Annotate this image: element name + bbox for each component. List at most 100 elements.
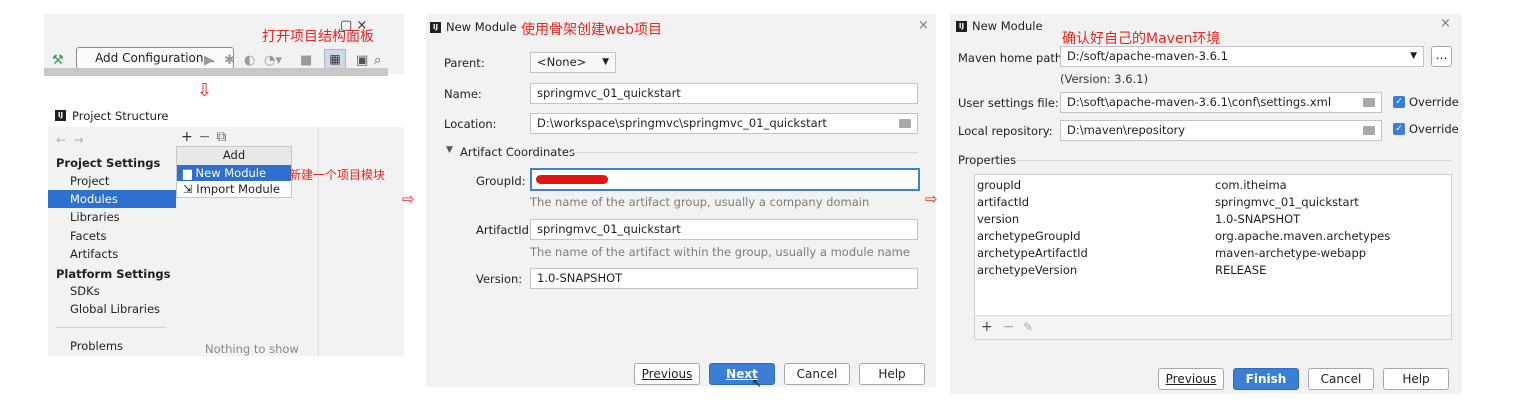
dialog-title: New Module xyxy=(446,20,517,34)
local-repository-value: D:\maven\repository xyxy=(1067,123,1186,137)
property-key: archetypeGroupId xyxy=(977,229,1081,243)
remove-icon[interactable]: − xyxy=(1003,319,1015,335)
property-value: RELEASE xyxy=(1215,263,1267,277)
layout-icon[interactable]: ▣ xyxy=(356,54,368,68)
parent-label: Parent: xyxy=(444,56,485,70)
sidebar-item-global-libraries[interactable]: Global Libraries xyxy=(48,300,176,318)
search-icon[interactable]: ⌕ xyxy=(374,54,381,68)
annotation-use-archetype: 使用骨架创建web项目 xyxy=(521,22,662,38)
section-divider xyxy=(568,152,918,153)
hammer-icon[interactable]: ⚒ xyxy=(52,54,64,68)
name-label: Name: xyxy=(444,87,482,101)
close-icon[interactable]: × xyxy=(918,18,929,33)
chevron-down-icon: ▼ xyxy=(1410,51,1417,61)
table-row[interactable]: archetypeGroupId org.apache.maven.archet… xyxy=(975,228,1451,245)
menu-item-new-module[interactable]: ▆ New Module xyxy=(177,165,291,181)
sidebar-item-sdks[interactable]: SDKs xyxy=(48,282,176,300)
property-key: groupId xyxy=(977,178,1022,192)
browse-button[interactable]: … xyxy=(1431,46,1452,67)
dialog-title-bar: IJ Project Structure xyxy=(48,103,404,127)
help-button[interactable]: Help xyxy=(1383,368,1449,390)
empty-state-text: Nothing to show xyxy=(205,342,299,356)
groupid-input[interactable] xyxy=(530,168,920,191)
maven-version-text: (Version: 3.6.1) xyxy=(1060,72,1149,86)
arrow-right-icon: ⇨ xyxy=(925,190,938,208)
groupid-label: GroupId: xyxy=(476,174,526,188)
table-row[interactable]: archetypeArtifactId maven-archetype-weba… xyxy=(975,245,1451,262)
local-repository-input[interactable]: D:\maven\repository xyxy=(1060,120,1382,141)
folder-icon[interactable] xyxy=(1363,98,1375,107)
project-settings-header: Project Settings xyxy=(56,156,161,170)
nav-back-forward-icon[interactable]: ← → xyxy=(56,133,84,147)
table-row[interactable]: artifactId springmvc_01_quickstart xyxy=(975,194,1451,211)
module-folder-icon: ▆ xyxy=(183,166,192,180)
table-row[interactable]: archetypeVersion RELEASE xyxy=(975,262,1451,279)
remove-icon[interactable]: − xyxy=(199,129,217,145)
chevron-down-icon[interactable]: ▼ xyxy=(446,145,453,155)
sidebar-item-modules[interactable]: Modules xyxy=(48,190,176,208)
override-repository-checkbox[interactable]: ✓ xyxy=(1393,123,1405,135)
sidebar-item-libraries[interactable]: Libraries xyxy=(48,208,176,226)
location-input[interactable]: D:\workspace\springmvc\springmvc_01_quic… xyxy=(530,113,918,134)
sidebar-item-artifacts[interactable]: Artifacts xyxy=(48,245,176,263)
annotation-new-module: 新建一个项目模块 xyxy=(289,168,386,182)
intellij-logo-icon: IJ xyxy=(956,21,967,32)
section-divider xyxy=(1016,160,1452,161)
artifact-coordinates-toggle[interactable]: Artifact Coordinates xyxy=(460,145,575,159)
cancel-button[interactable]: Cancel xyxy=(784,363,850,385)
add-popup-menu: Add ▆ New Module ⇲ Import Module xyxy=(176,146,292,198)
add-icon[interactable]: + xyxy=(181,129,199,145)
user-settings-input[interactable]: D:\soft\apache-maven-3.6.1\conf\settings… xyxy=(1060,92,1382,113)
local-repository-label: Local repository: xyxy=(958,124,1053,138)
edit-icon[interactable]: ✎ xyxy=(1023,320,1033,334)
property-key: archetypeArtifactId xyxy=(977,246,1088,260)
table-row[interactable]: groupId com.itheima xyxy=(975,177,1451,194)
artifactid-input[interactable]: springmvc_01_quickstart xyxy=(530,219,918,240)
menu-item-label: New Module xyxy=(195,166,267,180)
table-toolbar: + − ✎ xyxy=(975,315,1451,339)
override-label: Override xyxy=(1409,122,1459,136)
previous-button[interactable]: Previous xyxy=(634,363,700,385)
maven-home-select[interactable]: D:/soft/apache-maven-3.6.1 ▼ xyxy=(1060,46,1424,67)
popup-menu-header: Add xyxy=(177,147,291,165)
version-input[interactable]: 1.0-SNAPSHOT xyxy=(530,268,918,289)
stop-icon[interactable]: ■ xyxy=(300,54,312,68)
new-module-maven-dialog: IJ New Module 确认好自己的Maven环境 × Maven home… xyxy=(950,14,1462,394)
property-key: artifactId xyxy=(977,195,1030,209)
location-label: Location: xyxy=(444,117,497,131)
close-icon[interactable]: × xyxy=(1440,16,1451,31)
button-label: Previous xyxy=(1165,372,1217,386)
user-settings-value: D:\soft\apache-maven-3.6.1\conf\settings… xyxy=(1067,95,1332,109)
platform-settings-header: Platform Settings xyxy=(56,267,171,281)
table-row[interactable]: version 1.0-SNAPSHOT xyxy=(975,211,1451,228)
override-settings-checkbox[interactable]: ✓ xyxy=(1393,96,1405,108)
maven-home-value: D:/soft/apache-maven-3.6.1 xyxy=(1067,49,1228,63)
coverage-icon[interactable]: ◐ xyxy=(244,54,255,68)
redacted-value xyxy=(536,175,608,184)
parent-select[interactable]: <None> ▼ xyxy=(530,52,616,73)
add-icon[interactable]: + xyxy=(981,319,993,335)
property-key: version xyxy=(977,212,1020,226)
toolbar-divider xyxy=(44,68,388,76)
profile-icon[interactable]: ◔▾ xyxy=(264,54,282,68)
folder-icon[interactable] xyxy=(899,119,911,128)
previous-button[interactable]: Previous xyxy=(1158,368,1224,390)
name-input[interactable]: springmvc_01_quickstart xyxy=(530,83,918,104)
sidebar-item-project[interactable]: Project xyxy=(48,172,176,190)
help-button[interactable]: Help xyxy=(859,363,925,385)
version-label: Version: xyxy=(476,272,523,286)
intellij-logo-icon: IJ xyxy=(430,22,441,33)
copy-icon[interactable]: ⧉ xyxy=(216,129,232,145)
project-structure-dialog: IJ Project Structure ← → Project Setting… xyxy=(48,103,404,356)
sidebar-item-facets[interactable]: Facets xyxy=(48,227,176,245)
debug-icon[interactable]: ✱ xyxy=(224,54,235,68)
run-icon[interactable]: ▶ xyxy=(204,54,214,68)
artifactid-hint: The name of the artifact within the grou… xyxy=(530,245,910,259)
finish-button[interactable]: Finish xyxy=(1233,368,1299,390)
next-button[interactable]: Next xyxy=(709,363,775,385)
folder-icon[interactable] xyxy=(1363,126,1375,135)
sidebar-item-problems[interactable]: Problems xyxy=(48,337,176,355)
project-structure-icon[interactable]: ▦ xyxy=(324,49,346,69)
menu-item-import-module[interactable]: ⇲ Import Module xyxy=(177,181,291,197)
cancel-button[interactable]: Cancel xyxy=(1308,368,1374,390)
